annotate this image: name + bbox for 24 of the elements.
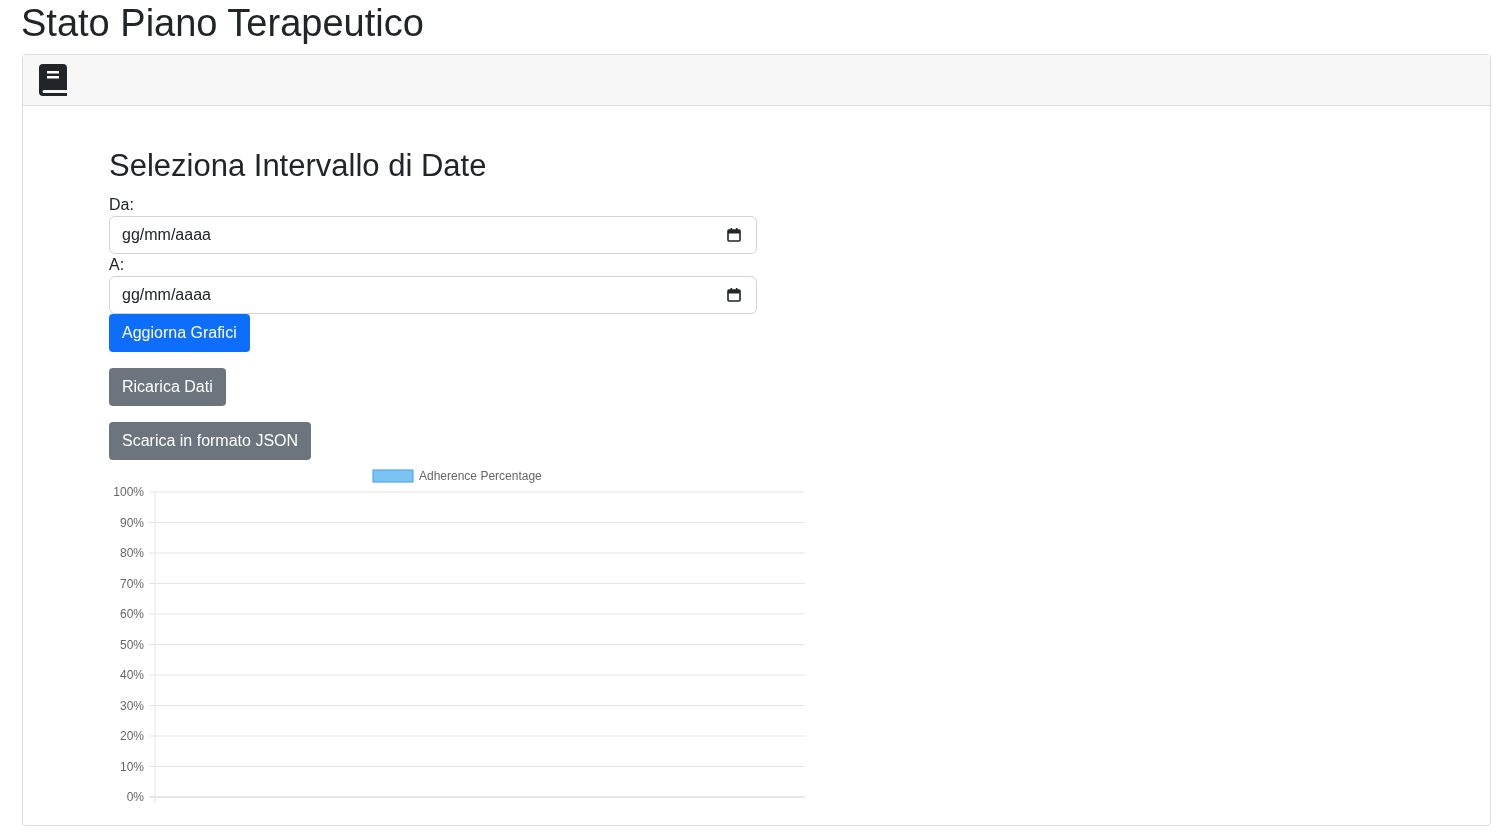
y-axis-label: 100% [113, 485, 144, 499]
y-axis-label: 0% [126, 790, 144, 804]
action-button[interactable]: Aggiorna Grafici [109, 314, 250, 352]
y-axis-label: 90% [119, 515, 144, 530]
book-icon [39, 64, 67, 96]
y-axis-label: 70% [119, 576, 144, 591]
date-field[interactable]: gg/mm/aaaa [109, 276, 757, 314]
y-axis-label: 40% [119, 668, 144, 682]
calendar-icon [727, 228, 741, 242]
legend-label: Adherence Percentage [419, 469, 542, 483]
field-label: Da: [109, 195, 135, 215]
section-title: Seleziona Intervallo di Date [109, 147, 488, 185]
y-axis-label: 60% [119, 607, 144, 621]
y-axis-label: 10% [119, 759, 144, 774]
field-label: A: [109, 255, 126, 275]
y-axis-label: 50% [119, 637, 144, 652]
y-axis-label: 80% [119, 546, 144, 560]
date-field[interactable]: gg/mm/aaaa [109, 216, 757, 254]
calendar-icon [727, 288, 741, 302]
page-title: Stato Piano Terapeutico [21, 1, 425, 46]
action-button[interactable]: Scarica in formato JSON [109, 422, 312, 460]
y-axis-label: 30% [119, 698, 144, 713]
action-button[interactable]: Ricarica Dati [109, 368, 226, 406]
y-axis-label: 20% [119, 729, 144, 743]
